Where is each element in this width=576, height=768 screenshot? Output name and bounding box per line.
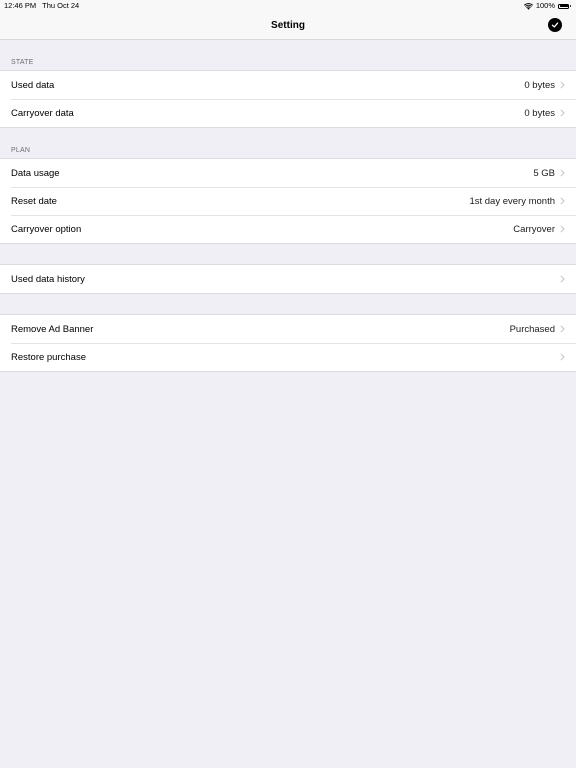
reset-date-row[interactable]: Reset date 1st day every month (0, 187, 576, 215)
restore-purchase-row[interactable]: Restore purchase (0, 343, 576, 371)
done-button[interactable] (548, 18, 562, 32)
battery-percent: 100% (535, 1, 555, 10)
data-usage-row[interactable]: Data usage 5 GB (0, 159, 576, 187)
chevron-right-icon (560, 225, 565, 233)
settings-list: STATE Used data 0 bytes Carryover data 0… (0, 40, 576, 372)
row-value: Carryover (513, 223, 555, 235)
row-label: Used data history (11, 273, 85, 285)
row-value: 5 GB (533, 167, 555, 179)
row-label: Remove Ad Banner (11, 323, 94, 335)
chevron-right-icon (560, 81, 565, 89)
row-value: 0 bytes (524, 79, 555, 91)
row-label: Carryover data (11, 107, 74, 119)
chevron-right-icon (560, 275, 565, 283)
remove-ad-banner-row[interactable]: Remove Ad Banner Purchased (0, 315, 576, 343)
section-header-state: STATE (11, 59, 34, 66)
row-label: Restore purchase (11, 351, 86, 363)
used-data-row[interactable]: Used data 0 bytes (0, 71, 576, 99)
battery-icon (558, 3, 572, 9)
used-data-history-row[interactable]: Used data history (0, 265, 576, 293)
section-history: Used data history (0, 264, 576, 294)
section-header-plan: PLAN (11, 147, 31, 154)
row-label: Reset date (11, 195, 57, 207)
wifi-icon (523, 2, 533, 10)
row-label: Data usage (11, 167, 60, 179)
checkmark-circle-icon (551, 22, 559, 28)
carryover-data-row[interactable]: Carryover data 0 bytes (0, 99, 576, 127)
chevron-right-icon (560, 325, 565, 333)
status-date: Thu Oct 24 (42, 1, 80, 10)
row-value: 0 bytes (524, 107, 555, 119)
chevron-right-icon (560, 353, 565, 361)
row-label: Carryover option (11, 223, 82, 235)
carryover-option-row[interactable]: Carryover option Carryover (0, 215, 576, 243)
chevron-right-icon (560, 197, 565, 205)
chevron-right-icon (560, 169, 565, 177)
status-time: 12:46 PM (4, 1, 37, 10)
row-value: 1st day every month (469, 195, 555, 207)
section-state: Used data 0 bytes Carryover data 0 bytes (0, 70, 576, 128)
page-title: Setting (271, 20, 305, 31)
row-label: Used data (11, 79, 55, 91)
section-purchase: Remove Ad Banner Purchased Restore purch… (0, 314, 576, 372)
section-plan: Data usage 5 GB Reset date 1st day every… (0, 158, 576, 244)
navigation-bar: Setting (0, 12, 576, 40)
row-value: Purchased (509, 323, 555, 335)
status-bar: 12:46 PM Thu Oct 24 100% (0, 0, 576, 12)
chevron-right-icon (560, 109, 565, 117)
